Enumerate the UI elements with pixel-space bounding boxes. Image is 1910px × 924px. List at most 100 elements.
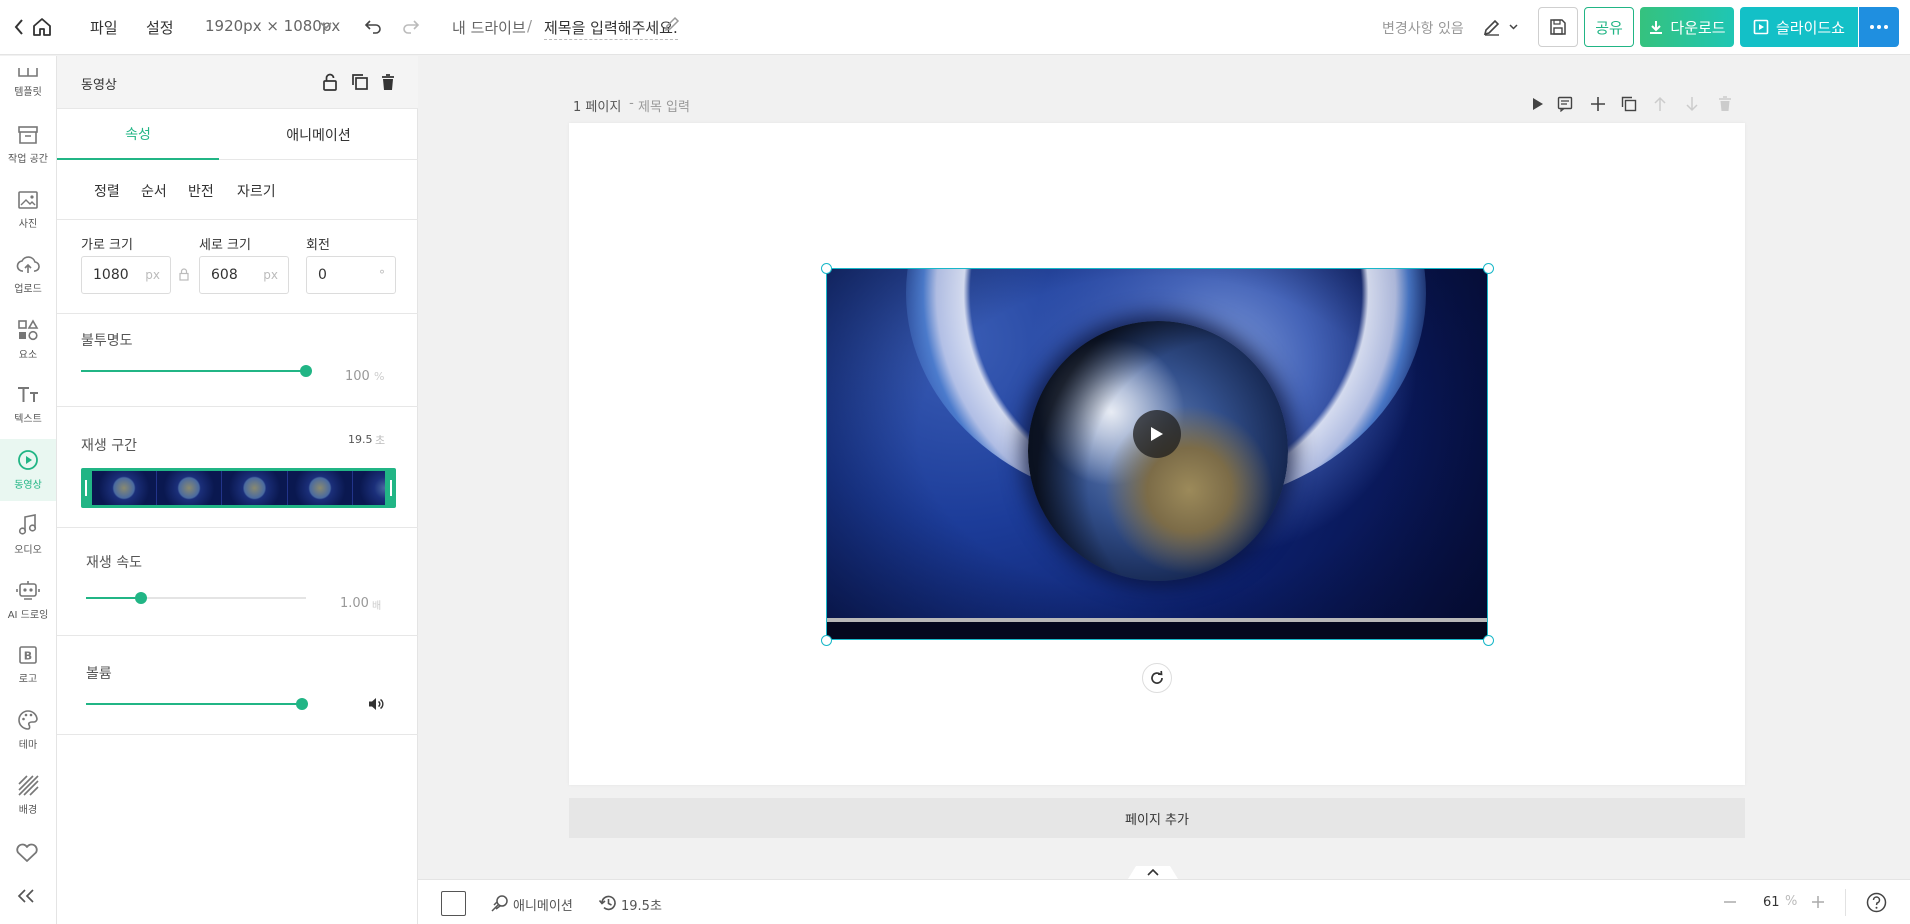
trash-icon[interactable] <box>381 73 395 91</box>
crop-button[interactable]: 자르기 <box>237 181 276 201</box>
resize-handle-bottom-left[interactable] <box>821 635 832 646</box>
resize-handle-top-left[interactable] <box>821 263 832 274</box>
video-element[interactable] <box>826 268 1488 640</box>
rail-item-video[interactable]: 동영상 <box>0 439 56 501</box>
save-button[interactable] <box>1538 7 1578 47</box>
resize-handle-bottom-right[interactable] <box>1483 635 1494 646</box>
duplicate-page-icon[interactable] <box>1621 96 1637 112</box>
opacity-slider-handle[interactable] <box>300 365 312 377</box>
opacity-slider[interactable] <box>81 364 312 378</box>
menu-settings[interactable]: 설정 <box>146 17 174 38</box>
rail-item-logo[interactable]: B 로고 <box>0 634 56 696</box>
animation-label[interactable]: 애니메이션 <box>513 895 573 914</box>
timeline-frame <box>157 471 223 505</box>
timeline-end-handle[interactable] <box>390 480 392 496</box>
history-icon[interactable] <box>598 893 618 913</box>
more-options-button[interactable] <box>1859 7 1899 47</box>
rail-item-upload[interactable]: 업로드 <box>0 244 56 306</box>
document-title[interactable]: 제목을 입력해주세요. <box>544 17 678 40</box>
timeline-frame <box>352 471 385 505</box>
redo-icon[interactable] <box>402 17 420 35</box>
width-value: 1080 <box>93 267 129 283</box>
resize-handle-top-right[interactable] <box>1483 263 1494 274</box>
opacity-value: 100 <box>345 369 370 384</box>
move-page-up-icon[interactable] <box>1654 96 1666 112</box>
play-page-icon[interactable] <box>1532 97 1544 111</box>
rail-item-theme[interactable]: 테마 <box>0 699 56 761</box>
rotate-handle[interactable] <box>1142 663 1172 693</box>
rail-item-audio[interactable]: 오디오 <box>0 504 56 566</box>
zoom-out-icon[interactable] <box>1724 901 1736 903</box>
speed-value: 1.00 <box>340 596 369 611</box>
move-page-down-icon[interactable] <box>1686 96 1698 112</box>
aspect-lock-icon[interactable] <box>179 268 189 281</box>
panel-header: 동영상 <box>57 56 418 109</box>
collapse-panel-icon[interactable] <box>16 889 36 903</box>
speed-slider-handle[interactable] <box>135 592 147 604</box>
menu-file[interactable]: 파일 <box>90 17 118 38</box>
tab-properties-label: 속성 <box>125 126 151 143</box>
order-button[interactable]: 순서 <box>141 181 167 201</box>
page-thumbnail[interactable] <box>441 891 466 916</box>
rotate-label: 회전 <box>306 238 330 253</box>
help-icon[interactable] <box>1866 892 1887 913</box>
flip-button[interactable]: 반전 <box>188 181 214 201</box>
rail-item-label: 오디오 <box>14 545 42 556</box>
expand-timeline-tab[interactable] <box>1128 866 1178 879</box>
rail-item-background[interactable]: 배경 <box>0 764 56 826</box>
duplicate-icon[interactable] <box>351 73 369 91</box>
download-button[interactable]: 다운로드 <box>1640 7 1734 47</box>
back-chevron-icon[interactable] <box>14 18 24 36</box>
speed-slider[interactable] <box>86 591 306 605</box>
align-button[interactable]: 정렬 <box>94 181 120 201</box>
page-title-separator: - <box>625 96 638 111</box>
chevron-down-icon[interactable] <box>320 22 332 30</box>
page-title-input[interactable]: 제목 입력 <box>638 96 690 115</box>
home-icon[interactable] <box>32 17 52 37</box>
heart-icon[interactable] <box>15 843 39 863</box>
rail-item-workspace[interactable]: 작업 공간 <box>0 114 56 176</box>
rotate-input[interactable]: 0 ° <box>306 256 396 294</box>
volume-slider-handle[interactable] <box>296 698 308 710</box>
share-label: 공유 <box>1595 18 1623 37</box>
undo-icon[interactable] <box>364 17 382 35</box>
timeline-start-handle[interactable] <box>85 480 87 496</box>
breadcrumb-drive[interactable]: 내 드라이브 <box>452 17 526 38</box>
video-play-button[interactable] <box>1133 410 1181 458</box>
rail-item-ai-drawing[interactable]: AI 드로잉 <box>0 569 56 631</box>
speed-unit: 배 <box>372 601 382 612</box>
tab-properties[interactable]: 속성 <box>57 109 219 160</box>
speaker-icon[interactable] <box>368 697 384 711</box>
slideshow-button[interactable]: 슬라이드쇼 <box>1740 7 1858 47</box>
rail-item-template[interactable]: 템플릿 <box>0 52 56 114</box>
width-input[interactable]: 1080 px <box>81 256 171 294</box>
lock-icon[interactable] <box>322 73 338 91</box>
rail-item-label: 템플릿 <box>14 87 42 98</box>
download-icon <box>1648 19 1664 35</box>
speed-slider-fill <box>86 597 141 599</box>
add-page-button[interactable]: 페이지 추가 <box>569 798 1745 838</box>
share-button[interactable]: 공유 <box>1584 7 1634 47</box>
rail-item-label: 동영상 <box>14 480 42 491</box>
playback-timeline[interactable] <box>81 468 396 508</box>
delete-page-icon[interactable] <box>1719 96 1731 112</box>
chevron-down-icon[interactable] <box>1509 24 1518 30</box>
height-input[interactable]: 608 px <box>199 256 289 294</box>
volume-slider[interactable] <box>86 697 308 711</box>
add-page-icon[interactable] <box>1591 97 1605 111</box>
zoom-value[interactable]: 61 <box>1763 895 1780 910</box>
pencil-icon[interactable] <box>664 16 680 32</box>
page-note-icon[interactable] <box>1557 96 1573 112</box>
palette-icon <box>17 709 39 731</box>
hatch-pattern-icon <box>17 774 39 796</box>
robot-icon <box>16 579 40 601</box>
tab-animation[interactable]: 애니메이션 <box>219 109 418 160</box>
zoom-in-icon[interactable] <box>1812 896 1824 908</box>
rail-item-photo[interactable]: 사진 <box>0 179 56 241</box>
rail-item-label: 요소 <box>18 350 38 361</box>
edit-mode-icon[interactable] <box>1482 17 1502 37</box>
rail-item-text[interactable]: 텍스트 <box>0 374 56 436</box>
speed-section: 재생 속도 1.00 배 <box>57 528 418 636</box>
rail-item-elements[interactable]: 요소 <box>0 309 56 371</box>
animation-icon[interactable] <box>490 893 510 913</box>
